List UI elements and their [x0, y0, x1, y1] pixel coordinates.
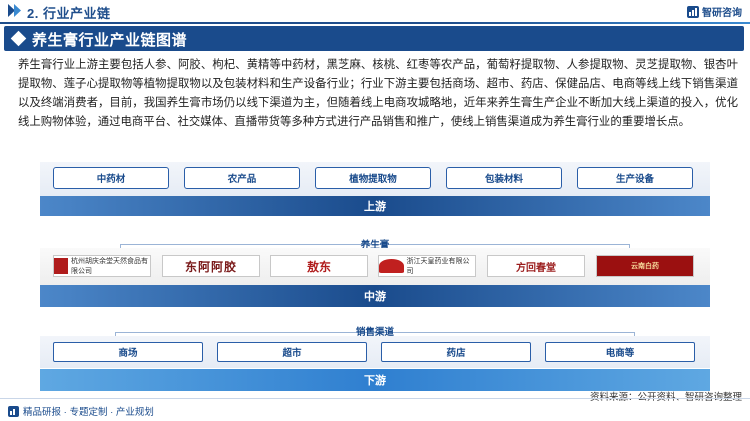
company-logo: 敖东	[270, 255, 368, 277]
brand-logo-icon	[687, 5, 699, 18]
channel-item: 电商等	[545, 342, 695, 362]
stamp-icon	[54, 258, 68, 274]
upstream-item: 农产品	[184, 167, 300, 189]
industry-chain-diagram: 中药材 农产品 植物提取物 包装材料 生产设备 上游 养生膏 杭州胡庆余堂天然食…	[0, 158, 750, 398]
footer-text: 精品研报 · 专题定制 · 产业规划	[23, 407, 154, 418]
company-name: 东阿阿胶	[184, 259, 237, 274]
channel-item: 超市	[217, 342, 367, 362]
upstream-item: 植物提取物	[315, 167, 431, 189]
company-logo: 东阿阿胶	[162, 255, 260, 277]
upstream-item: 生产设备	[577, 167, 693, 189]
diamond-icon	[10, 30, 27, 47]
company-logo: 方回春堂	[487, 255, 585, 277]
logo-mark-icon	[379, 259, 405, 273]
upstream-label: 上游	[40, 196, 710, 216]
footer-tagline: 精品研报 · 专题定制 · 产业规划	[8, 404, 154, 418]
title-bar: 养生膏行业产业链图谱	[4, 26, 744, 51]
company-logo: 云南白药	[596, 255, 694, 277]
company-name: 敖东	[306, 259, 331, 274]
top-header: 2. 行业产业链 智研咨询	[0, 0, 750, 22]
company-name: 杭州胡庆余堂天然食品有限公司	[71, 258, 148, 275]
midstream-label: 中游	[40, 285, 710, 307]
source-note: 资料来源：公开资料、智研咨询整理	[590, 389, 742, 403]
intro-paragraph: 养生膏行业上游主要包括人参、阿胶、枸杞、黄精等中药材，黑芝麻、核桃、红枣等农产品…	[18, 59, 738, 128]
page-title: 养生膏行业产业链图谱	[32, 32, 188, 49]
channel-item: 药店	[381, 342, 531, 362]
header-divider	[0, 22, 750, 24]
upstream-item: 包装材料	[446, 167, 562, 189]
section-arrow-icon	[8, 4, 21, 17]
downstream-label: 下游	[40, 369, 710, 391]
company-logo: 浙江天皇药业有限公司	[378, 255, 476, 277]
company-name: 云南白药	[631, 263, 659, 270]
company-logo: 杭州胡庆余堂天然食品有限公司	[53, 255, 151, 277]
upstream-item: 中药材	[53, 167, 169, 189]
brand: 智研咨询	[687, 4, 742, 19]
brand-name: 智研咨询	[702, 8, 742, 19]
company-name: 方回春堂	[516, 262, 556, 274]
section-title: 2. 行业产业链	[27, 6, 111, 21]
channel-item: 商场	[53, 342, 203, 362]
brand-small-icon	[8, 405, 19, 417]
footer-divider	[0, 398, 750, 399]
company-name: 浙江天皇药业有限公司	[406, 258, 470, 275]
